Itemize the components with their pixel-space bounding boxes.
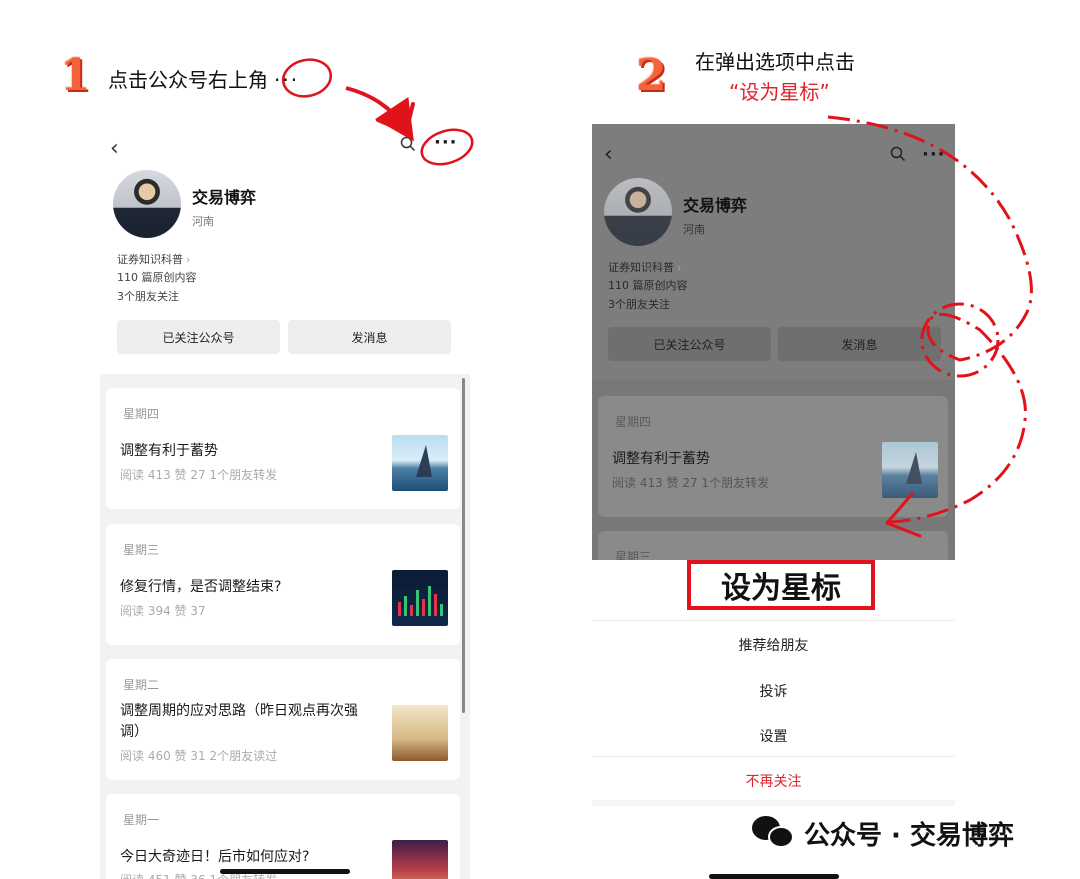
article-title[interactable]: 今日大奇迹日！后市如何应对?	[120, 847, 370, 868]
avatar	[113, 170, 181, 238]
article-thumbnail	[882, 442, 938, 498]
article-day: 星期四	[123, 407, 160, 421]
account-region: 河南	[683, 223, 705, 236]
home-indicator	[709, 874, 839, 879]
message-button[interactable]: 发消息	[288, 320, 451, 354]
article-stats: 阅读 460 赞 31 2个朋友读过	[120, 749, 278, 763]
followed-button[interactable]: 已关注公众号	[117, 320, 280, 354]
article-card[interactable]: 星期三 修复行情，是否调整结束? 阅读 394 赞 37	[106, 524, 460, 645]
divider	[592, 620, 955, 621]
account-name: 交易博弈	[683, 196, 748, 215]
star-option[interactable]: 设为星标	[687, 560, 875, 610]
search-icon	[890, 146, 906, 162]
article-day: 星期一	[123, 813, 160, 827]
article-thumbnail	[392, 705, 448, 761]
article-title[interactable]: 调整有利于蓄势	[120, 441, 370, 462]
watermark-text: 公众号 · 交易博弈	[804, 820, 1014, 851]
back-icon[interactable]: ‹	[110, 136, 119, 161]
step-2-number: 2	[636, 50, 667, 101]
wechat-icon	[752, 814, 796, 852]
report-option[interactable]: 投诉	[592, 681, 955, 701]
account-name: 交易博弈	[192, 188, 257, 207]
more-icon[interactable]: ···	[434, 132, 458, 153]
article-card: 星期三	[598, 531, 948, 560]
divider	[592, 756, 955, 757]
dimmed-background[interactable]: ‹ ··· 交易博弈 河南 证券知识科普 › 110 篇原创内容 3个朋友关注 已…	[592, 124, 955, 560]
article-stats: 阅读 394 赞 37	[120, 604, 206, 618]
article-thumbnail	[392, 435, 448, 491]
step-2-highlight: “设为星标”	[729, 80, 830, 104]
left-phone-screen: ‹ ··· 交易博弈 河南 证券知识科普 › 110 篇原创内容 3个朋友关注 已…	[100, 118, 470, 879]
article-card[interactable]: 星期二 调整周期的应对思路（昨日观点再次强调） 阅读 460 赞 31 2个朋友…	[106, 659, 460, 780]
article-thumbnail	[392, 570, 448, 626]
account-category[interactable]: 证券知识科普 ›	[117, 251, 190, 269]
chevron-right-icon: ›	[677, 261, 682, 274]
scrollbar[interactable]	[462, 378, 465, 713]
chevron-right-icon: ›	[186, 253, 191, 266]
back-icon: ‹	[604, 142, 613, 167]
step-2-instruction: 在弹出选项中点击	[695, 50, 855, 74]
original-count: 110 篇原创内容	[117, 271, 197, 284]
account-category-label: 证券知识科普	[608, 261, 674, 274]
step-1-dots: ···	[274, 68, 300, 92]
account-category-label: 证券知识科普	[117, 253, 183, 266]
sheet-gap	[592, 800, 955, 806]
original-count: 110 篇原创内容	[608, 279, 688, 292]
message-button: 发消息	[778, 327, 941, 361]
watermark: 公众号 · 交易博弈	[752, 814, 1014, 852]
friends-follow: 3个朋友关注	[117, 290, 179, 303]
article-title[interactable]: 调整周期的应对思路（昨日观点再次强调）	[120, 701, 370, 743]
right-phone-screen: ‹ ··· 交易博弈 河南 证券知识科普 › 110 篇原创内容 3个朋友关注 已…	[592, 124, 955, 879]
followed-button: 已关注公众号	[608, 327, 771, 361]
more-icon: ···	[922, 144, 946, 165]
home-indicator	[220, 869, 350, 874]
recommend-option[interactable]: 推荐给朋友	[592, 635, 955, 655]
article-day: 星期四	[615, 415, 652, 429]
article-day: 星期三	[615, 550, 652, 560]
article-day: 星期三	[123, 543, 160, 557]
unfollow-option[interactable]: 不再关注	[592, 771, 955, 791]
article-title[interactable]: 修复行情，是否调整结束?	[120, 577, 370, 598]
article-thumbnail	[392, 840, 448, 879]
article-card: 星期四 调整有利于蓄势 阅读 413 赞 27 1个朋友转发	[598, 396, 948, 517]
step-1-instruction: 点击公众号右上角 ···	[108, 64, 299, 93]
step-1-instruction-text: 点击公众号右上角	[108, 68, 268, 92]
article-stats: 阅读 413 赞 27 1个朋友转发	[612, 476, 770, 490]
article-card[interactable]: 星期一 今日大奇迹日！后市如何应对? 阅读 451 赞 36 1个朋友转发	[106, 794, 460, 879]
article-title: 调整有利于蓄势	[612, 451, 710, 467]
account-region: 河南	[192, 215, 214, 228]
article-stats: 阅读 413 赞 27 1个朋友转发	[120, 468, 278, 482]
settings-option[interactable]: 设置	[592, 726, 955, 746]
article-card[interactable]: 星期四 调整有利于蓄势 阅读 413 赞 27 1个朋友转发	[106, 388, 460, 509]
article-day: 星期二	[123, 678, 160, 692]
search-icon[interactable]	[400, 136, 416, 152]
avatar	[604, 178, 672, 246]
friends-follow: 3个朋友关注	[608, 298, 670, 311]
account-category: 证券知识科普 ›	[608, 259, 681, 277]
step-1-number: 1	[60, 50, 91, 101]
